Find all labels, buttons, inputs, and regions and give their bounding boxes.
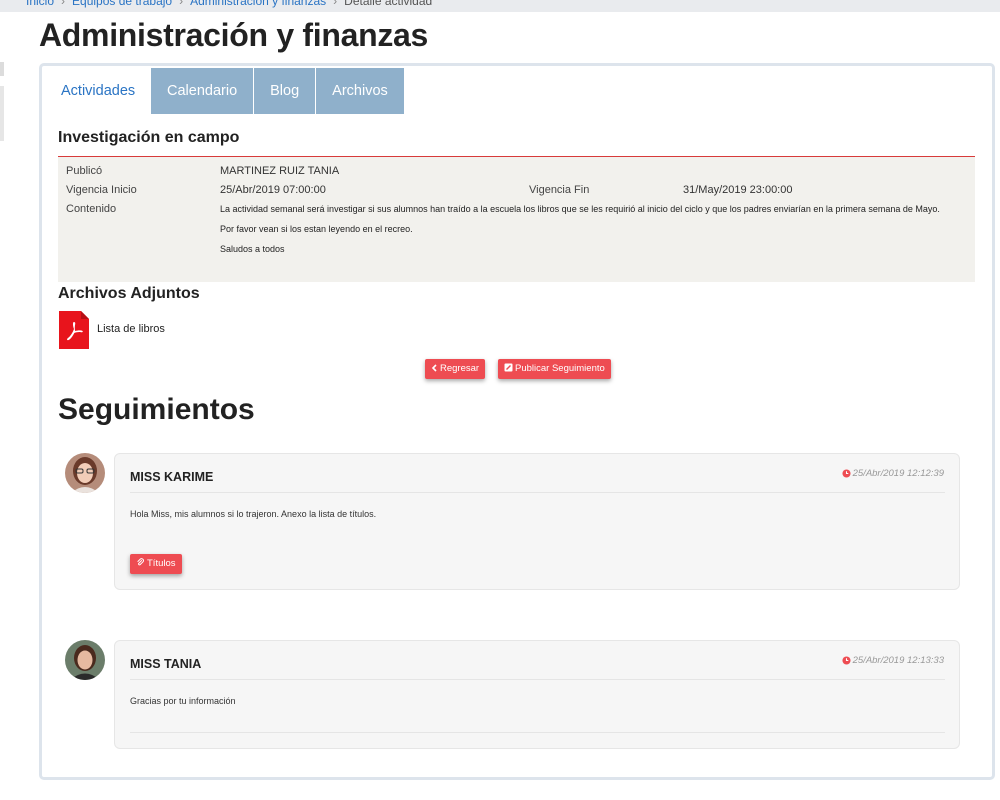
- tab-archivos[interactable]: Archivos: [316, 68, 405, 114]
- tab-calendario[interactable]: Calendario: [151, 68, 255, 114]
- followup-card: MISS KARIME 25/Abr/2019 12:12:39 Hola Mi…: [114, 453, 960, 590]
- tab-actividades[interactable]: Actividades: [50, 68, 151, 114]
- publish-followup-button[interactable]: Publicar Seguimiento: [498, 359, 611, 379]
- card-divider: [130, 679, 945, 680]
- avatar: [65, 453, 105, 493]
- avatar: [65, 640, 105, 680]
- content-paragraph: Por favor vean si los estan leyendo en e…: [220, 224, 413, 234]
- attachment-button-titulos[interactable]: Títulos: [130, 554, 182, 574]
- start-label: Vigencia Inicio: [66, 184, 137, 196]
- paperclip-icon: [137, 558, 144, 566]
- left-edge-decoration: [0, 62, 4, 76]
- end-value: 31/May/2019 23:00:00: [683, 184, 793, 196]
- followup-author: MISS TANIA: [130, 657, 202, 671]
- activity-content: La actividad semanal será investigar si …: [220, 205, 960, 265]
- breadcrumb: Inicio › Equipos de trabajo › Administración…: [26, 0, 432, 8]
- followup-card: MISS TANIA 25/Abr/2019 12:13:33 Gracias …: [114, 640, 960, 749]
- avatar-karime-icon: [65, 453, 105, 493]
- activity-title: Investigación en campo: [58, 129, 240, 146]
- breadcrumb-current: Detalle actividad: [344, 0, 433, 8]
- tab-bar: Actividades Calendario Blog Archivos: [50, 68, 405, 114]
- back-button-label: Regresar: [440, 363, 480, 374]
- page-title: Administración y finanzas: [39, 17, 429, 53]
- back-button[interactable]: Regresar: [425, 359, 486, 379]
- breadcrumb-link-equipos[interactable]: Equipos de trabajo: [72, 0, 172, 8]
- activity-panel: Actividades Calendario Blog Archivos Inv…: [39, 63, 995, 780]
- followup-message: Gracias por tu información: [130, 696, 236, 706]
- content-paragraph: Saludos a todos: [220, 244, 285, 254]
- timestamp-text: 25/Abr/2019 12:12:39: [852, 468, 944, 479]
- edit-icon: [504, 363, 513, 372]
- followups-title: Seguimientos: [58, 393, 255, 426]
- tab-blog[interactable]: Blog: [254, 68, 317, 114]
- avatar-tania-icon: [65, 640, 105, 680]
- attachment-button-label: Títulos: [147, 558, 176, 569]
- content-label: Contenido: [66, 203, 117, 215]
- breadcrumb-bar: Inicio › Equipos de trabajo › Administración…: [0, 0, 1000, 12]
- followup-timestamp: 25/Abr/2019 12:13:33: [842, 655, 944, 666]
- published-value: MARTINEZ RUIZ TANIA: [220, 165, 340, 177]
- clock-icon: [842, 656, 851, 665]
- timestamp-text: 25/Abr/2019 12:13:33: [852, 655, 944, 666]
- attachment-link[interactable]: Lista de libros: [97, 323, 165, 335]
- breadcrumb-link-inicio[interactable]: Inicio: [26, 0, 54, 8]
- pdf-icon[interactable]: [59, 311, 89, 349]
- clock-icon: [842, 469, 851, 478]
- published-label: Publicó: [66, 165, 103, 177]
- breadcrumb-link-admin[interactable]: Administración y finanzas: [190, 0, 326, 8]
- start-value: 25/Abr/2019 07:00:00: [220, 184, 326, 196]
- chevron-left-icon: [431, 364, 437, 372]
- attachments-title: Archivos Adjuntos: [58, 285, 200, 302]
- followup-author: MISS KARIME: [130, 470, 214, 484]
- end-label: Vigencia Fin: [529, 184, 590, 196]
- publish-button-label: Publicar Seguimiento: [515, 363, 605, 374]
- card-divider: [130, 492, 945, 493]
- followup-message: Hola Miss, mis alumnos si lo trajeron. A…: [130, 509, 377, 519]
- card-divider: [130, 732, 945, 733]
- followup-timestamp: 25/Abr/2019 12:12:39: [842, 468, 944, 479]
- activity-details: Publicó MARTINEZ RUIZ TANIA Vigencia Ini…: [58, 157, 975, 282]
- left-edge-decoration: [0, 86, 4, 141]
- content-paragraph: La actividad semanal será investigar si …: [220, 204, 940, 214]
